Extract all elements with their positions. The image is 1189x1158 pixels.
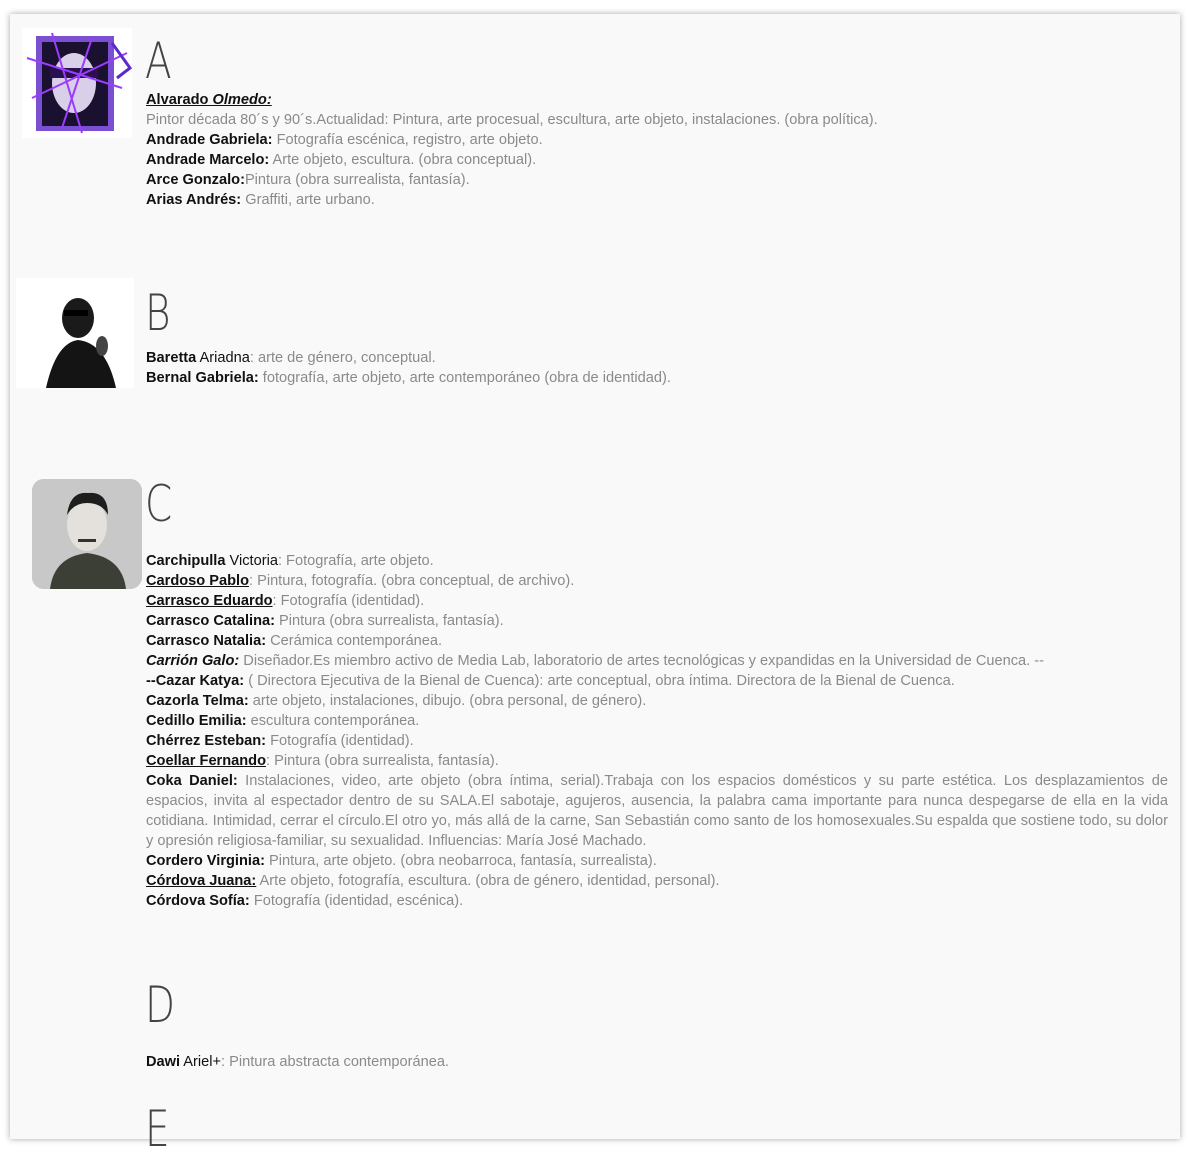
artist-entry: Coka Daniel: Instalaciones, video, arte …: [146, 771, 1168, 851]
section-letter-a: A: [145, 32, 172, 90]
artist-name: Carrasco Natalia:: [146, 633, 267, 649]
artist-description: Instalaciones, video, arte objeto (obra …: [146, 773, 1168, 849]
artist-description: Graffiti, arte urbano.: [241, 192, 375, 208]
artist-description: Pintura (obra surrealista, fantasía).: [274, 613, 504, 629]
artist-entry: Dawi Ariel+: Pintura abstracta contempor…: [146, 1052, 1168, 1072]
artist-entry: Arias Andrés: Graffiti, arte urbano.: [146, 190, 1168, 210]
artist-name: Chérrez Esteban:: [146, 733, 267, 749]
artist-description: Arte objeto, escultura. (obra conceptual…: [269, 152, 537, 168]
content-panel: A Alvarado Olmedo: Pintor década 80´s y …: [10, 14, 1180, 1154]
artist-name: Baretta: [146, 350, 197, 366]
artist-first-name: Ariadna: [196, 350, 250, 366]
artist-name: Andrade Gabriela:: [146, 132, 273, 148]
section-letter-d: D: [145, 976, 176, 1034]
artist-name: Córdova Sofía:: [146, 893, 250, 909]
portrait-photo-icon: [32, 479, 142, 589]
section-letter-e: E: [145, 1100, 170, 1158]
artist-entry: Arce Gonzalo:Pintura (obra surrealista, …: [146, 170, 1168, 190]
artist-description: : Fotografía, arte objeto.: [277, 553, 434, 569]
artist-entry: Carrasco Catalina: Pintura (obra surreal…: [146, 611, 1168, 631]
artist-description: Fotografía escénica, registro, arte obje…: [272, 132, 543, 148]
artist-link[interactable]: Coellar Fernando: [146, 753, 266, 769]
portrait-illustration-icon: [26, 32, 132, 134]
artist-entry: Carchipulla Victoria: Fotografía, arte o…: [146, 551, 1168, 571]
artist-description: : Pintura (obra surrealista, fantasía).: [266, 753, 499, 769]
artist-description: Pintura, arte objeto. (obra neobarroca, …: [264, 853, 657, 869]
artist-name: Cordero Virginia:: [146, 853, 265, 869]
artist-description: Pintor década 80´s y 90´s.Actualidad: Pi…: [146, 112, 878, 128]
artist-description: Diseñador.Es miembro activo de Media Lab…: [239, 653, 1044, 669]
artist-photo-a: [22, 28, 132, 138]
artist-description: fotografía, arte objeto, arte contemporá…: [258, 370, 671, 386]
artist-description: : Pintura abstracta contemporánea.: [221, 1054, 449, 1070]
artist-name: Carchipulla: [146, 553, 226, 569]
artist-entry: Chérrez Esteban: Fotografía (identidad).: [146, 731, 1168, 751]
artist-description: : Fotografía (identidad).: [272, 593, 425, 609]
artist-photo-b: [16, 278, 134, 388]
artist-name: Bernal Gabriela:: [146, 370, 259, 386]
artist-name: --Cazar Katya:: [146, 673, 245, 689]
artist-name: Carrión Galo:: [146, 653, 240, 669]
artist-link[interactable]: Córdova Juana:: [146, 873, 256, 889]
artist-entry: Coellar Fernando: Pintura (obra surreali…: [146, 751, 1168, 771]
artist-entry: Cordero Virginia: Pintura, arte objeto. …: [146, 851, 1168, 871]
artist-entry: Bernal Gabriela: fotografía, arte objeto…: [146, 368, 1168, 388]
artist-description: Fotografía (identidad, escénica).: [249, 893, 464, 909]
artist-link[interactable]: Cardoso Pablo: [146, 573, 249, 589]
artist-description: : Pintura, fotografía. (obra conceptual,…: [248, 573, 575, 589]
artist-entry: Carrión Galo: Diseñador.Es miembro activ…: [146, 651, 1168, 671]
artist-entry: Córdova Juana: Arte objeto, fotografía, …: [146, 871, 1168, 891]
artist-description: arte objeto, instalaciones, dibujo. (obr…: [248, 693, 647, 709]
artist-entry: Baretta Ariadna: arte de género, concept…: [146, 348, 1168, 368]
entries-a: Alvarado Olmedo: Pintor década 80´s y 90…: [146, 90, 1168, 210]
artist-entry: Carrasco Natalia: Cerámica contemporánea…: [146, 631, 1168, 651]
artist-first-name: Victoria: [225, 553, 278, 569]
section-letter-b: B: [145, 284, 171, 342]
artist-entry: --Cazar Katya: ( Directora Ejecutiva de …: [146, 671, 1168, 691]
artist-description: Cerámica contemporánea.: [266, 633, 443, 649]
artist-entry: Cardoso Pablo: Pintura, fotografía. (obr…: [146, 571, 1168, 591]
artist-photo-c: [32, 479, 142, 589]
artist-link[interactable]: Carrasco Eduardo: [146, 593, 273, 609]
artist-description: escultura contemporánea.: [246, 713, 420, 729]
artist-entry: Córdova Sofía: Fotografía (identidad, es…: [146, 891, 1168, 911]
artist-name: Carrasco Catalina:: [146, 613, 275, 629]
artist-description: ( Directora Ejecutiva de la Bienal de Cu…: [244, 673, 955, 689]
artist-description: Fotografía (identidad).: [266, 733, 414, 749]
artist-entry: Cedillo Emilia: escultura contemporánea.: [146, 711, 1168, 731]
entries-d: Dawi Ariel+: Pintura abstracta contempor…: [146, 1052, 1168, 1072]
artist-name: Arias Andrés:: [146, 192, 242, 208]
artist-name: Dawi: [146, 1054, 181, 1070]
entries-b: Baretta Ariadna: arte de género, concept…: [146, 348, 1168, 388]
artist-name: Coka Daniel:: [146, 773, 238, 789]
artist-entry: Alvarado Olmedo:: [146, 90, 1168, 110]
artist-name: Cedillo Emilia:: [146, 713, 247, 729]
artist-name: Cazorla Telma:: [146, 693, 249, 709]
portrait-photo-icon: [16, 278, 134, 388]
artist-description: : arte de género, conceptual.: [249, 350, 436, 366]
artist-description: Arte objeto, fotografía, escultura. (obr…: [256, 873, 720, 889]
artist-entry: Andrade Gabriela: Fotografía escénica, r…: [146, 130, 1168, 150]
section-letter-c: C: [145, 475, 173, 533]
artist-entry: Andrade Marcelo: Arte objeto, escultura.…: [146, 150, 1168, 170]
artist-name: Arce Gonzalo:: [146, 172, 245, 188]
artist-description: Pintura (obra surrealista, fantasía).: [244, 172, 470, 188]
artist-link[interactable]: Alvarado Olmedo:: [146, 92, 272, 108]
artist-entry: Cazorla Telma: arte objeto, instalacione…: [146, 691, 1168, 711]
entries-c: Carchipulla Victoria: Fotografía, arte o…: [146, 551, 1168, 911]
artist-name: Andrade Marcelo:: [146, 152, 270, 168]
artist-first-name: Ariel+: [180, 1054, 222, 1070]
artist-entry: Carrasco Eduardo: Fotografía (identidad)…: [146, 591, 1168, 611]
